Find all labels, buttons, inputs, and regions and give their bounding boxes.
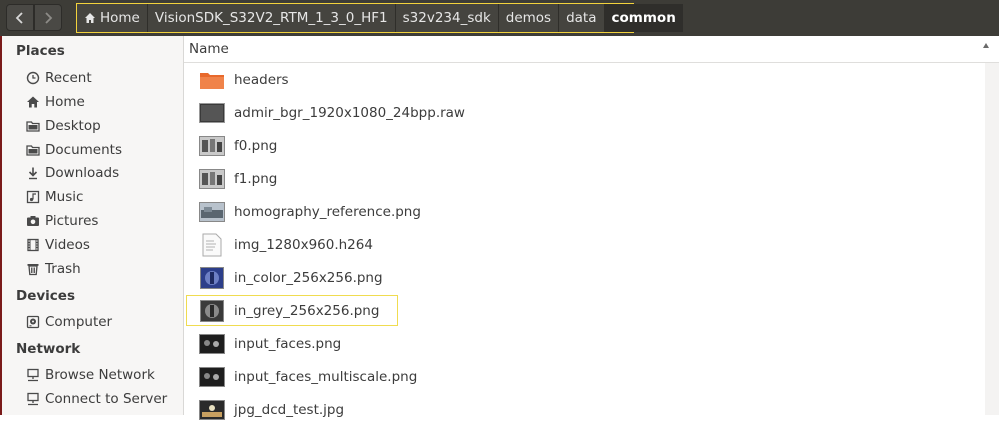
clock-icon xyxy=(26,71,40,85)
file-list: Name headers admir_bgr_1920x1080_24bpp.r… xyxy=(184,36,999,420)
file-name: input_faces_multiscale.png xyxy=(234,368,418,385)
sort-ascending-icon xyxy=(983,43,989,48)
toolbar: Home VisionSDK_S32V2_RTM_1_3_0_HF1 s32v2… xyxy=(0,0,999,36)
sidebar-item-recent[interactable]: Recent xyxy=(26,67,92,89)
file-name: in_color_256x256.png xyxy=(234,269,383,286)
breadcrumb-label: Home xyxy=(100,10,140,26)
sidebar-section-network: Network xyxy=(16,341,81,357)
sidebar-section-places: Places xyxy=(16,43,65,59)
file-row[interactable]: headers xyxy=(184,63,984,96)
file-name: img_1280x960.h264 xyxy=(234,236,373,253)
trash-icon xyxy=(26,262,40,276)
home-icon xyxy=(26,95,40,109)
file-row[interactable]: f1.png xyxy=(184,162,984,195)
text-file-icon xyxy=(199,233,225,256)
camera-icon xyxy=(26,214,40,228)
sidebar-section-devices: Devices xyxy=(16,288,75,304)
sidebar-item-label: Connect to Server xyxy=(45,391,168,407)
folder-icon xyxy=(26,143,40,157)
sidebar: Places Recent Home Desktop Documents Dow… xyxy=(0,36,184,415)
column-header-name[interactable]: Name xyxy=(184,36,999,63)
image-thumbnail-icon xyxy=(199,135,225,157)
breadcrumb: Home VisionSDK_S32V2_RTM_1_3_0_HF1 s32v2… xyxy=(76,3,683,33)
image-thumbnail-icon xyxy=(199,366,225,388)
film-icon xyxy=(26,238,40,252)
image-thumbnail-icon xyxy=(199,299,225,322)
sidebar-item-home[interactable]: Home xyxy=(26,91,85,113)
sidebar-item-documents[interactable]: Documents xyxy=(26,139,122,161)
folder-icon xyxy=(26,119,40,133)
sidebar-item-label: Home xyxy=(45,94,85,110)
sidebar-item-label: Recent xyxy=(45,70,92,86)
file-name: headers xyxy=(234,71,289,88)
file-row[interactable]: jpg_dcd_test.jpg xyxy=(184,393,984,426)
chevron-left-icon xyxy=(15,11,23,24)
sidebar-item-label: Music xyxy=(45,189,84,205)
file-name: f0.png xyxy=(234,137,278,154)
sidebar-item-label: Browse Network xyxy=(45,367,155,383)
sidebar-item-desktop[interactable]: Desktop xyxy=(26,115,101,137)
file-row[interactable]: img_1280x960.h264 xyxy=(184,228,984,261)
sidebar-item-label: Documents xyxy=(45,142,122,158)
sidebar-item-music[interactable]: Music xyxy=(26,186,83,208)
sidebar-item-label: Videos xyxy=(45,237,90,253)
sidebar-item-downloads[interactable]: Downloads xyxy=(26,162,119,184)
sidebar-item-label: Computer xyxy=(45,314,113,330)
drive-icon xyxy=(26,315,40,329)
file-name: input_faces.png xyxy=(234,335,342,352)
chevron-right-icon xyxy=(45,11,53,24)
sidebar-item-connect-to-server[interactable]: Connect to Server xyxy=(26,388,167,410)
image-thumbnail-icon xyxy=(199,333,225,355)
breadcrumb-label: s32v234_sdk xyxy=(402,10,491,26)
raw-image-icon xyxy=(199,102,225,124)
column-header-label: Name xyxy=(189,41,229,57)
sidebar-item-label: Desktop xyxy=(45,118,101,134)
sidebar-item-label: Downloads xyxy=(45,165,120,181)
download-icon xyxy=(26,166,40,180)
file-name: f1.png xyxy=(234,170,278,187)
music-icon xyxy=(26,190,40,204)
sidebar-item-label: Trash xyxy=(45,261,81,277)
sidebar-item-browse-network[interactable]: Browse Network xyxy=(26,364,155,386)
sidebar-item-pictures[interactable]: Pictures xyxy=(26,210,98,232)
network-icon xyxy=(26,368,40,382)
file-row[interactable]: in_color_256x256.png xyxy=(184,261,984,294)
sidebar-item-videos[interactable]: Videos xyxy=(26,234,90,256)
image-thumbnail-icon xyxy=(199,201,225,223)
file-row-highlighted[interactable]: in_grey_256x256.png xyxy=(184,294,984,327)
image-thumbnail-icon xyxy=(199,399,225,421)
breadcrumb-label: VisionSDK_S32V2_RTM_1_3_0_HF1 xyxy=(154,10,388,26)
sidebar-item-computer[interactable]: Computer xyxy=(26,311,112,333)
breadcrumb-label: common xyxy=(611,10,676,26)
breadcrumb-label: demos xyxy=(505,10,552,26)
file-row[interactable]: input_faces.png xyxy=(184,327,984,360)
server-icon xyxy=(26,392,40,406)
image-thumbnail-icon xyxy=(199,266,225,289)
file-name: homography_reference.png xyxy=(234,203,421,220)
forward-button[interactable] xyxy=(34,4,62,31)
sidebar-item-trash[interactable]: Trash xyxy=(26,258,81,280)
file-name: in_grey_256x256.png xyxy=(234,302,380,319)
file-name: jpg_dcd_test.jpg xyxy=(234,401,345,418)
breadcrumb-visionsdk[interactable]: VisionSDK_S32V2_RTM_1_3_0_HF1 xyxy=(148,4,396,32)
home-icon xyxy=(84,12,96,24)
file-row[interactable]: input_faces_multiscale.png xyxy=(184,360,984,393)
folder-icon xyxy=(199,69,225,91)
file-row[interactable]: admir_bgr_1920x1080_24bpp.raw xyxy=(184,96,984,129)
file-name: admir_bgr_1920x1080_24bpp.raw xyxy=(234,104,465,121)
breadcrumb-label: data xyxy=(566,10,597,26)
file-row[interactable]: homography_reference.png xyxy=(184,195,984,228)
back-button[interactable] xyxy=(6,4,34,31)
file-row[interactable]: f0.png xyxy=(184,129,984,162)
breadcrumb-common[interactable]: common xyxy=(604,4,683,32)
breadcrumb-s32v234-sdk[interactable]: s32v234_sdk xyxy=(396,4,499,32)
image-thumbnail-icon xyxy=(199,168,225,190)
scrollbar[interactable] xyxy=(985,63,999,415)
sidebar-item-label: Pictures xyxy=(45,213,99,229)
breadcrumb-data[interactable]: data xyxy=(559,4,605,32)
breadcrumb-home[interactable]: Home xyxy=(77,4,148,32)
breadcrumb-demos[interactable]: demos xyxy=(499,4,560,32)
